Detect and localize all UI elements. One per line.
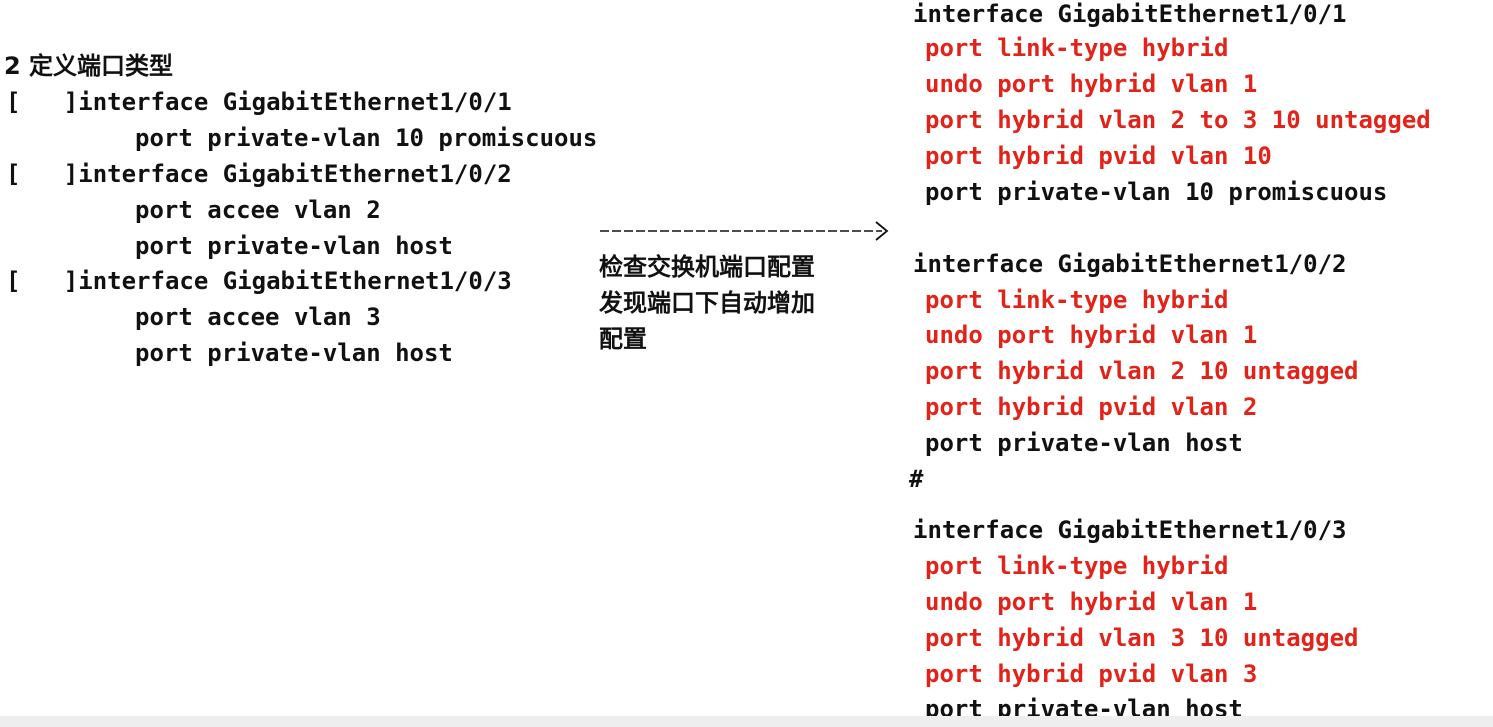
command-line: port accee vlan 2 — [135, 196, 381, 224]
command-line: port private-vlan host — [135, 339, 453, 367]
auto-config-line: undo port hybrid vlan 1 — [925, 588, 1258, 616]
interface-header: interface GigabitEthernet1/0/3 — [913, 516, 1347, 544]
auto-config-line: port hybrid pvid vlan 10 — [925, 142, 1272, 170]
auto-config-line: undo port hybrid vlan 1 — [925, 70, 1258, 98]
interface-line: [ ]interface GigabitEthernet1/0/3 — [6, 267, 512, 295]
auto-config-line: port hybrid pvid vlan 2 — [925, 393, 1258, 421]
arrow-right-icon — [600, 221, 889, 241]
user-config-line: port private-vlan 10 promiscuous — [925, 178, 1388, 206]
separator-mark: # — [909, 465, 924, 493]
command-line: port private-vlan 10 promiscuous — [135, 124, 598, 152]
bottom-strip — [0, 716, 1493, 727]
user-config-line: port private-vlan host — [925, 429, 1243, 457]
auto-config-line: port hybrid vlan 2 10 untagged — [925, 357, 1359, 385]
interface-line: [ ]interface GigabitEthernet1/0/2 — [6, 160, 512, 188]
auto-config-line: undo port hybrid vlan 1 — [925, 321, 1258, 349]
command-line: port accee vlan 3 — [135, 303, 381, 331]
note-line: 配置 — [599, 325, 647, 353]
interface-header: interface GigabitEthernet1/0/1 — [913, 0, 1347, 28]
auto-config-line: port link-type hybrid — [925, 34, 1229, 62]
interface-header: interface GigabitEthernet1/0/2 — [913, 250, 1347, 278]
note-line: 检查交换机端口配置 — [599, 253, 815, 281]
auto-config-line: port hybrid vlan 3 10 untagged — [925, 624, 1359, 652]
auto-config-line: port link-type hybrid — [925, 286, 1229, 314]
auto-config-line: port link-type hybrid — [925, 552, 1229, 580]
note-line: 发现端口下自动增加 — [599, 289, 815, 317]
interface-line: [ ]interface GigabitEthernet1/0/1 — [6, 88, 512, 116]
auto-config-line: port hybrid vlan 2 to 3 10 untagged — [925, 106, 1431, 134]
section-heading: 2 定义端口类型 — [4, 52, 174, 80]
command-line: port private-vlan host — [135, 232, 453, 260]
auto-config-line: port hybrid pvid vlan 3 — [925, 660, 1258, 688]
